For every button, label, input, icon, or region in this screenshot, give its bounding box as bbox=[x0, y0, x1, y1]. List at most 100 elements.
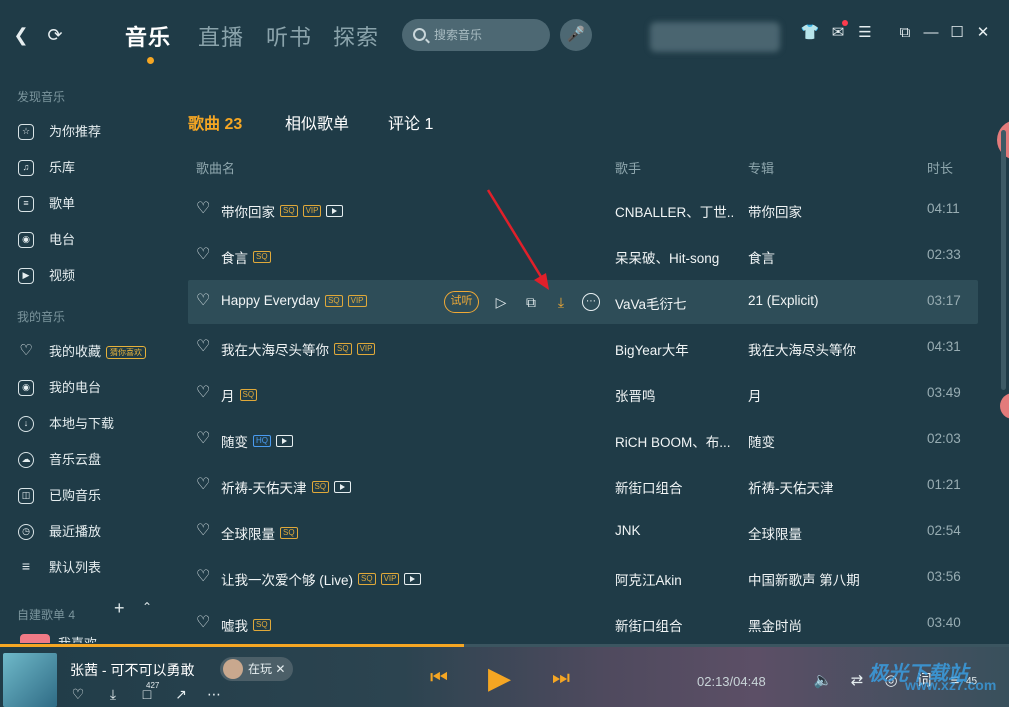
voice-search-icon[interactable]: 🎤 bbox=[560, 19, 592, 51]
next-icon[interactable]: ⏭ bbox=[552, 667, 570, 690]
song-artist[interactable]: 呆呆破、Hit-song bbox=[615, 247, 740, 267]
table-row[interactable]: ♡ 我在大海尽头等你 SQ VIP BigYear大年 我在大海尽头等你 04:31 bbox=[188, 326, 978, 370]
now-playing-title[interactable]: 张茜 - 可不可以勇敢 bbox=[70, 660, 194, 680]
share-icon[interactable]: ↗ bbox=[171, 685, 191, 703]
mv-icon[interactable] bbox=[404, 573, 422, 585]
sidebar-item-default-list[interactable]: ≡ 默认列表 bbox=[18, 556, 168, 580]
table-row-hovered[interactable]: ♡ Happy Everyday SQ VIP 试听 ▷ ⧉ ⤓ ⋯ VaVa毛衍七… bbox=[188, 280, 978, 324]
song-artist[interactable]: RiCH BOOM、布... bbox=[615, 431, 733, 451]
tab-similar-playlists[interactable]: 相似歌单 bbox=[285, 110, 349, 134]
song-album[interactable]: 黑金时尚 bbox=[748, 615, 918, 635]
heart-icon[interactable]: ♡ bbox=[196, 247, 210, 263]
tab-audiobook[interactable]: 听书 bbox=[266, 20, 312, 52]
song-album[interactable]: 我在大海尽头等你 bbox=[748, 339, 918, 359]
play-mode-icon[interactable]: ⇄ bbox=[846, 671, 868, 691]
table-row[interactable]: ♡ 嘘我 SQ 新街口组合 黑金时尚 03:40 bbox=[188, 602, 978, 646]
table-row[interactable]: ♡ 月 SQ 张晋鸣 月 03:49 bbox=[188, 372, 978, 416]
minimize-icon[interactable]: — bbox=[920, 22, 942, 44]
now-playing-chip[interactable]: 在玩 ✕ bbox=[220, 657, 294, 681]
heart-icon[interactable]: ♡ bbox=[196, 201, 210, 217]
heart-icon[interactable]: ♡ bbox=[196, 385, 210, 401]
sidebar-item-local-download[interactable]: ↓ 本地与下载 bbox=[18, 412, 168, 436]
sidebar-item-playlists[interactable]: ≡ 歌单 bbox=[18, 192, 168, 216]
search-input[interactable]: 搜索音乐 bbox=[402, 19, 550, 51]
song-artist[interactable]: VaVa毛衍七 bbox=[615, 293, 735, 313]
song-artist[interactable]: 阿克江Akin bbox=[615, 569, 735, 589]
back-icon[interactable]: ❮ bbox=[11, 24, 31, 46]
song-album[interactable]: 带你回家 bbox=[748, 201, 918, 221]
refresh-icon[interactable]: ⟳ bbox=[45, 24, 65, 46]
song-album[interactable]: 月 bbox=[748, 385, 918, 405]
tab-live[interactable]: 直播 bbox=[198, 20, 244, 52]
volume-icon[interactable]: 🔈 bbox=[812, 671, 834, 691]
try-listen-button[interactable]: 试听 bbox=[444, 291, 479, 313]
table-row[interactable]: ♡ 让我一次爱个够 (Live) SQ VIP 阿克江Akin 中国新歌声 第八期 … bbox=[188, 556, 978, 600]
column-album[interactable]: 专辑 bbox=[748, 158, 774, 177]
skin-icon[interactable]: 👕 bbox=[799, 22, 821, 44]
song-artist[interactable]: 张晋鸣 bbox=[615, 385, 735, 405]
tab-explore[interactable]: 探索 bbox=[333, 20, 379, 52]
table-row[interactable]: ♡ 随变 HQ RiCH BOOM、布... 随变 02:03 bbox=[188, 418, 978, 462]
sidebar-item-my-like[interactable]: 我喜欢 bbox=[58, 632, 138, 643]
more-icon[interactable]: ⋯ bbox=[582, 293, 600, 311]
close-icon[interactable]: ✕ bbox=[275, 662, 285, 676]
sidebar-item-favorites[interactable]: ♡ 我的收藏 猜你喜欢 bbox=[18, 340, 168, 364]
song-album[interactable]: 食言 bbox=[748, 247, 918, 267]
song-album[interactable]: 祈祷-天佑天津 bbox=[748, 477, 918, 497]
heart-icon[interactable]: ♡ bbox=[196, 523, 210, 539]
play-button[interactable]: ▶ bbox=[488, 661, 511, 696]
sidebar-item-radio[interactable]: ◉ 电台 bbox=[18, 228, 168, 252]
column-song-name[interactable]: 歌曲名 bbox=[196, 158, 235, 177]
heart-icon[interactable]: ♡ bbox=[196, 569, 210, 585]
collapse-icon[interactable]: ⌃ bbox=[142, 600, 152, 614]
my-like-cover[interactable] bbox=[20, 634, 50, 643]
heart-icon[interactable]: ♡ bbox=[196, 431, 210, 447]
add-playlist-icon[interactable]: + bbox=[114, 598, 125, 619]
song-album[interactable]: 中国新歌声 第八期 bbox=[748, 569, 918, 589]
download-icon[interactable]: ⤓ bbox=[551, 292, 571, 312]
heart-icon[interactable]: ♡ bbox=[196, 477, 210, 493]
heart-icon[interactable]: ♡ bbox=[196, 615, 210, 631]
mv-icon[interactable] bbox=[334, 481, 352, 493]
song-album[interactable]: 随变 bbox=[748, 431, 918, 451]
heart-icon[interactable]: ♡ bbox=[196, 339, 210, 355]
song-artist[interactable]: CNBALLER、丁世... bbox=[615, 201, 735, 221]
download-icon[interactable]: ⤓ bbox=[103, 685, 123, 703]
table-row[interactable]: ♡ 全球限量 SQ JNK 全球限量 02:54 bbox=[188, 510, 978, 554]
sidebar-item-library[interactable]: ♫ 乐库 bbox=[18, 156, 168, 180]
song-album[interactable]: 全球限量 bbox=[748, 523, 918, 543]
column-artist[interactable]: 歌手 bbox=[615, 158, 641, 177]
album-cover[interactable] bbox=[3, 653, 57, 707]
sidebar-item-purchased[interactable]: ◫ 已购音乐 bbox=[18, 484, 168, 508]
maximize-icon[interactable]: ☐ bbox=[946, 22, 968, 44]
column-duration[interactable]: 时长 bbox=[927, 158, 953, 177]
sidebar-item-video[interactable]: ▶ 视频 bbox=[18, 264, 168, 288]
add-to-playlist-icon[interactable]: ⧉ bbox=[521, 292, 541, 312]
table-row[interactable]: ♡ 食言 SQ 呆呆破、Hit-song 食言 02:33 bbox=[188, 234, 978, 278]
table-row[interactable]: ♡ 带你回家 SQ VIP CNBALLER、丁世... 带你回家 04:11 bbox=[188, 188, 978, 232]
song-artist[interactable]: 新街口组合 bbox=[615, 477, 735, 497]
sidebar-item-cloud[interactable]: ☁ 音乐云盘 bbox=[18, 448, 168, 472]
tab-songs[interactable]: 歌曲 23 bbox=[188, 110, 242, 134]
song-album[interactable]: 21 (Explicit) bbox=[748, 293, 918, 308]
tab-comments[interactable]: 评论 1 bbox=[388, 110, 433, 134]
play-icon[interactable]: ▷ bbox=[491, 292, 511, 312]
heart-icon[interactable]: ♡ bbox=[68, 685, 88, 703]
menu-icon[interactable]: ☰ bbox=[854, 22, 876, 44]
mv-icon[interactable] bbox=[326, 205, 344, 217]
scrollbar[interactable] bbox=[1001, 130, 1006, 390]
song-artist[interactable]: JNK bbox=[615, 523, 735, 538]
previous-icon[interactable]: ⏮ bbox=[430, 667, 448, 690]
song-artist[interactable]: BigYear大年 bbox=[615, 339, 735, 359]
sidebar-item-recommend[interactable]: ☆ 为你推荐 bbox=[18, 120, 168, 144]
song-artist[interactable]: 新街口组合 bbox=[615, 615, 735, 635]
tab-music[interactable]: 音乐 bbox=[125, 20, 171, 52]
sidebar-item-my-radio[interactable]: ◉ 我的电台 bbox=[18, 376, 168, 400]
mini-mode-icon[interactable]: ⧉ bbox=[894, 22, 916, 44]
sidebar-item-recent[interactable]: ◷ 最近播放 bbox=[18, 520, 168, 544]
more-icon[interactable]: ⋯ bbox=[204, 685, 224, 703]
mv-icon[interactable] bbox=[276, 435, 293, 447]
user-avatar[interactable] bbox=[650, 22, 780, 52]
close-icon[interactable]: ✕ bbox=[972, 22, 994, 44]
table-row[interactable]: ♡ 祈祷-天佑天津 SQ 新街口组合 祈祷-天佑天津 01:21 bbox=[188, 464, 978, 508]
